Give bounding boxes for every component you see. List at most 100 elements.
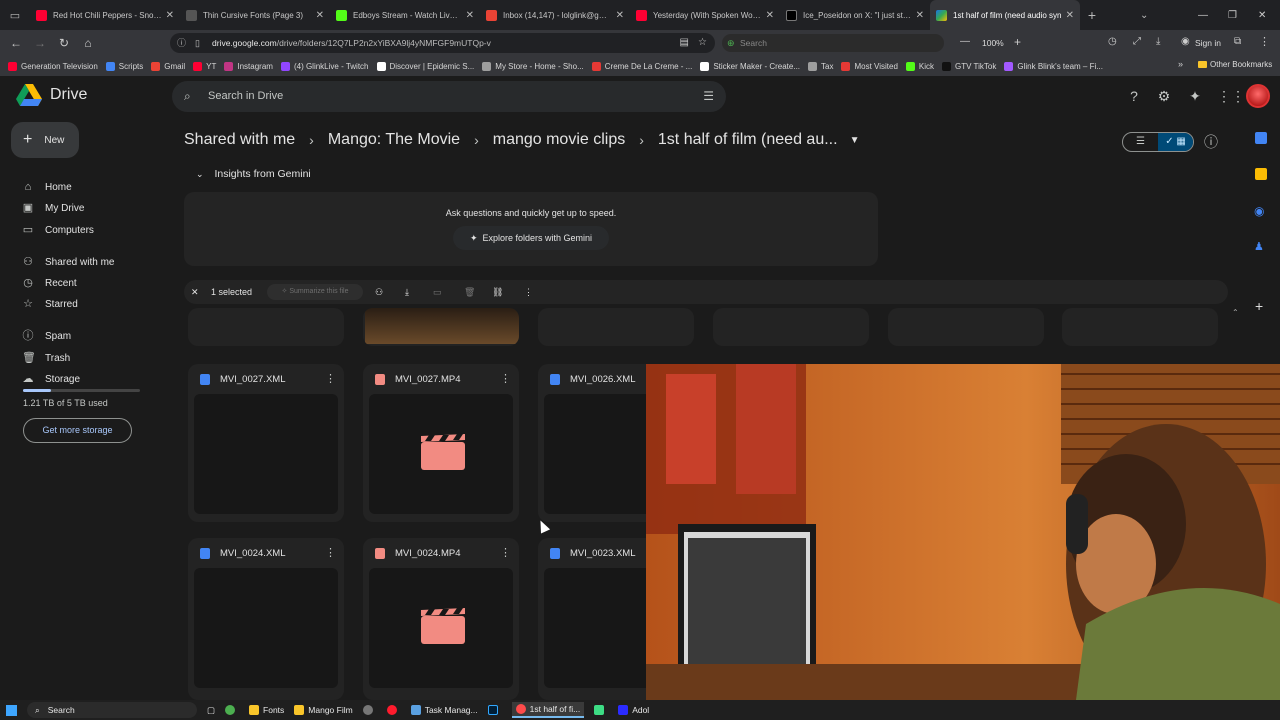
new-button[interactable]: + New	[11, 122, 79, 158]
tasks-icon[interactable]: ◉	[1254, 204, 1264, 218]
sidebar-item-home[interactable]: ⌂ Home	[22, 181, 72, 193]
fullscreen-icon[interactable]: ⤢	[1133, 36, 1141, 47]
more-options-icon[interactable]: ⋮	[325, 546, 336, 559]
bookmark-item[interactable]: YT	[193, 61, 216, 71]
taskbar-item[interactable]: Task Manag...	[410, 705, 478, 715]
close-icon[interactable]: ✕	[466, 10, 474, 21]
more-options-icon[interactable]: ⋮	[500, 546, 511, 559]
bookmark-item[interactable]: Most Visited	[841, 61, 898, 71]
breadcrumb-item[interactable]: mango movie clips	[493, 131, 626, 149]
download-icon[interactable]: ⤓	[1156, 36, 1160, 47]
gear-icon[interactable]: ⚙	[1156, 88, 1172, 104]
sidebar-item-computers[interactable]: ▭ Computers	[22, 224, 94, 236]
avatar[interactable]	[1246, 84, 1270, 108]
bookmark-item[interactable]: My Store - Home - Sho...	[482, 61, 584, 71]
reload-icon[interactable]: ↻	[52, 36, 76, 50]
site-info-icon[interactable]: ⓘ	[177, 33, 186, 53]
more-options-icon[interactable]: ⋮	[325, 372, 336, 385]
maximize-button[interactable]: ❐	[1228, 10, 1237, 21]
home-icon[interactable]: ⌂	[76, 36, 100, 50]
drive-search-input[interactable]: ⌕ Search in Drive ☰	[172, 81, 726, 112]
account-icon[interactable]: ◉	[1181, 36, 1190, 47]
browser-tab[interactable]: Yesterday (With Spoken Word I ✕	[630, 0, 780, 30]
browser-tab[interactable]: Ice_Poseidon on X: "I just strea ✕	[780, 0, 930, 30]
add-addon-icon[interactable]: +	[1255, 298, 1263, 314]
dropdown-arrow-icon[interactable]: ▼	[850, 135, 860, 146]
explore-gemini-button[interactable]: ✦ Explore folders with Gemini	[453, 226, 609, 250]
keep-icon[interactable]	[1255, 168, 1267, 180]
bookmark-star-icon[interactable]: ☆	[698, 33, 707, 53]
insights-toggle[interactable]: ⌄ Insights from Gemini	[196, 168, 311, 180]
bookmark-item[interactable]: Scripts	[105, 61, 143, 71]
breadcrumb-item[interactable]: Mango: The Movie	[328, 131, 460, 149]
sidebar-item-recent[interactable]: ◷ Recent	[22, 277, 77, 289]
more-actions-icon[interactable]: ⋮	[524, 280, 533, 304]
taskbar-item[interactable]: Mango Film	[294, 705, 353, 715]
sidebar-item-shared-with-me[interactable]: ⚇ Shared with me	[22, 256, 114, 268]
sidebar-item-trash[interactable]: 🗑 Trash	[22, 352, 70, 364]
reader-view-icon[interactable]: ▤	[680, 33, 689, 53]
opera-icon[interactable]	[386, 705, 401, 715]
history-icon[interactable]: ◷	[1108, 36, 1117, 47]
file-card[interactable]: MVI_0027.MP4 ⋮	[363, 364, 519, 522]
taskbar-search[interactable]: ⌕ Search	[27, 702, 197, 718]
bookmark-item[interactable]: Tax	[808, 61, 833, 71]
sidebar-item-storage[interactable]: ☁ Storage	[22, 373, 81, 385]
task-view-icon[interactable]: ▢	[207, 705, 215, 716]
app-icon[interactable]	[362, 705, 377, 715]
file-card[interactable]: MVI_0024.XML ⋮	[188, 538, 344, 700]
browser-tab[interactable]: Red Hot Chili Peppers - Snow (H ✕	[30, 0, 180, 30]
close-window-button[interactable]: ✕	[1258, 10, 1266, 21]
url-bar[interactable]: ⓘ ▯ drive.google.com/drive/folders/12Q7L…	[170, 33, 715, 53]
file-card-partial[interactable]	[888, 308, 1044, 346]
sidebar-item-spam[interactable]: ⓘ Spam	[22, 330, 72, 342]
file-card-partial[interactable]	[713, 308, 869, 346]
bookmark-item[interactable]: Glink Blink's team – Fi...	[1004, 61, 1103, 71]
new-tab-button[interactable]: +	[1080, 7, 1104, 23]
browser-tab[interactable]: Inbox (14,147) - lolglink@gmail ✕	[480, 0, 630, 30]
file-card[interactable]: MVI_0027.XML ⋮	[188, 364, 344, 522]
windows-start-icon[interactable]	[6, 704, 17, 716]
search-options-icon[interactable]: ☰	[703, 81, 714, 112]
drive-logo[interactable]: Drive	[16, 84, 87, 106]
browser-tab-active[interactable]: 1st half of film (need audio syn ✕	[930, 0, 1080, 30]
browser-menu-icon[interactable]: ⋮	[1259, 35, 1270, 48]
close-icon[interactable]: ✕	[916, 10, 924, 21]
taskbar-item[interactable]: Adol	[618, 705, 649, 715]
chrome-icon[interactable]	[225, 705, 239, 715]
scroll-up-icon[interactable]: ⌃	[1232, 308, 1239, 317]
taskbar-item[interactable]: Fonts	[249, 705, 284, 715]
browser-tab[interactable]: Thin Cursive Fonts (Page 3) ✕	[180, 0, 330, 30]
tab-overflow-icon[interactable]: ⌄	[1140, 10, 1148, 21]
zoom-out-button[interactable]: —	[960, 36, 970, 47]
more-options-icon[interactable]: ⋮	[500, 372, 511, 385]
list-view-button[interactable]: ☰	[1123, 133, 1158, 151]
share-icon[interactable]: ⚇	[375, 280, 383, 304]
zoom-in-button[interactable]: +	[1014, 35, 1021, 49]
bookmark-item[interactable]: Instagram	[224, 61, 273, 71]
minimize-button[interactable]: —	[1198, 10, 1208, 21]
forward-icon[interactable]: →	[28, 36, 52, 50]
tab-list-icon[interactable]: ▭	[0, 9, 30, 22]
bookmark-item[interactable]: Discover | Epidemic S...	[376, 61, 474, 71]
breadcrumb-item[interactable]: Shared with me	[184, 131, 295, 149]
close-icon[interactable]: ✕	[616, 10, 624, 21]
close-icon[interactable]: ✕	[1066, 10, 1074, 21]
close-icon[interactable]: ✕	[766, 10, 774, 21]
breadcrumb-current[interactable]: 1st half of film (need au...	[658, 131, 838, 149]
file-card-partial[interactable]	[363, 308, 519, 346]
sidebar-item-starred[interactable]: ☆ Starred	[22, 298, 78, 310]
grid-view-button[interactable]: ✓ ▦	[1158, 133, 1193, 151]
file-card[interactable]: MVI_0024.MP4 ⋮	[363, 538, 519, 700]
extensions-icon[interactable]: ⧉	[1234, 36, 1241, 47]
bookmark-item[interactable]: Gmail	[151, 61, 185, 71]
trash-icon[interactable]: 🗑	[464, 280, 475, 304]
file-card-partial[interactable]	[538, 308, 694, 346]
bookmark-item[interactable]: Creme De La Creme - ...	[591, 61, 692, 71]
summarize-button[interactable]: ✧ Summarize this file	[267, 284, 363, 300]
apps-grid-icon[interactable]: ⋮⋮	[1217, 88, 1245, 104]
help-icon[interactable]: ?	[1126, 88, 1142, 104]
clear-selection-icon[interactable]: ✕	[191, 280, 199, 304]
bookmark-item[interactable]: (4) GlinkLive - Twitch	[280, 61, 369, 71]
bookmark-item[interactable]: Sticker Maker - Create...	[700, 61, 800, 71]
